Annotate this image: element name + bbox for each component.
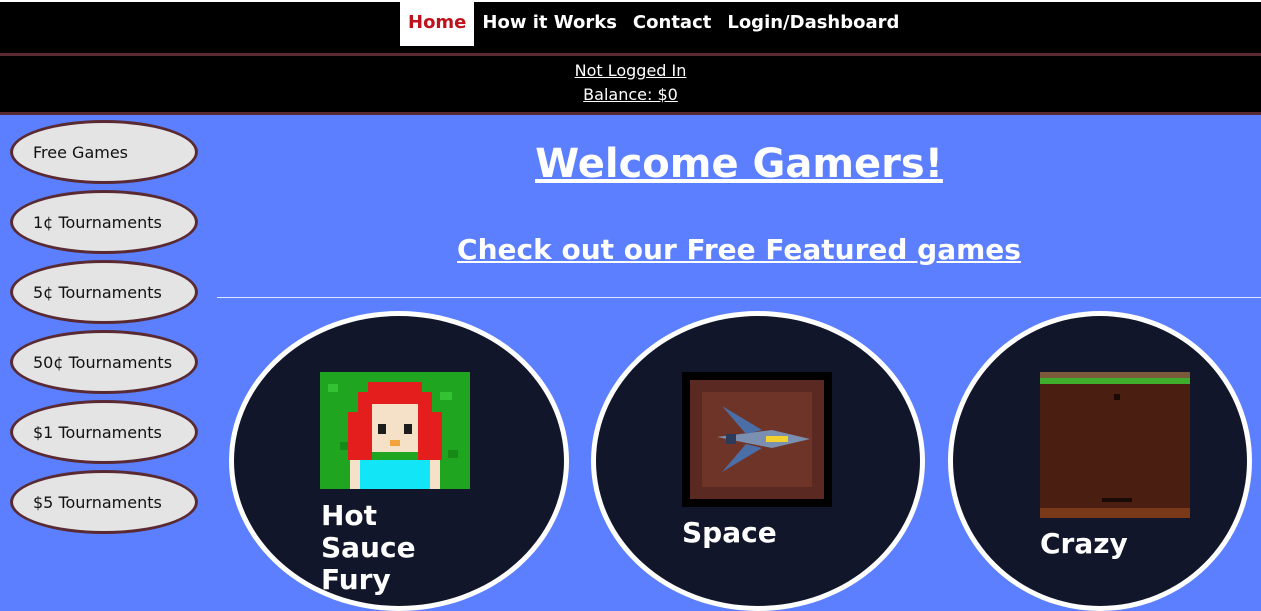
spaceship-thumbnail[interactable] [682,372,832,507]
game-title-crazy[interactable]: Crazy [1040,528,1190,560]
sidebar: Free Games 1¢ Tournaments 5¢ Tournaments… [10,120,202,540]
game-title-hot-sauce-fury[interactable]: Hot Sauce Fury [321,500,481,596]
platform-level-thumbnail[interactable] [1040,372,1190,518]
account-status-bar: Not Logged In Balance: $0 [0,56,1261,115]
sidebar-item-5-cent-tournaments[interactable]: 5¢ Tournaments [10,260,198,324]
page-title[interactable]: Welcome Gamers! [217,142,1261,186]
sidebar-item-5-dollar-tournaments[interactable]: $5 Tournaments [10,470,198,534]
nav-menu: Home How it Works Contact Login/Dashboar… [400,2,907,46]
top-navigation: Home How it Works Contact Login/Dashboar… [0,0,1261,56]
featured-games-link[interactable]: Check out our Free Featured games [217,232,1261,268]
sidebar-item-free-games[interactable]: Free Games [10,120,198,184]
sidebar-item-1-dollar-tournaments[interactable]: $1 Tournaments [10,400,198,464]
sidebar-item-1-cent-tournaments[interactable]: 1¢ Tournaments [10,190,198,254]
girl-pixel-art-thumbnail[interactable] [320,372,470,489]
game-title-space[interactable]: Space [682,517,832,549]
nav-contact[interactable]: Contact [625,2,719,46]
nav-login-dashboard[interactable]: Login/Dashboard [719,2,907,46]
sidebar-item-50-cent-tournaments[interactable]: 50¢ Tournaments [10,330,198,394]
divider [217,297,1261,298]
balance-link[interactable]: Balance: $0 [0,83,1261,107]
main-content: Welcome Gamers! Check out our Free Featu… [217,115,1261,298]
nav-how-it-works[interactable]: How it Works [474,2,625,46]
login-status-link[interactable]: Not Logged In [0,59,1261,83]
nav-home[interactable]: Home [400,2,475,46]
